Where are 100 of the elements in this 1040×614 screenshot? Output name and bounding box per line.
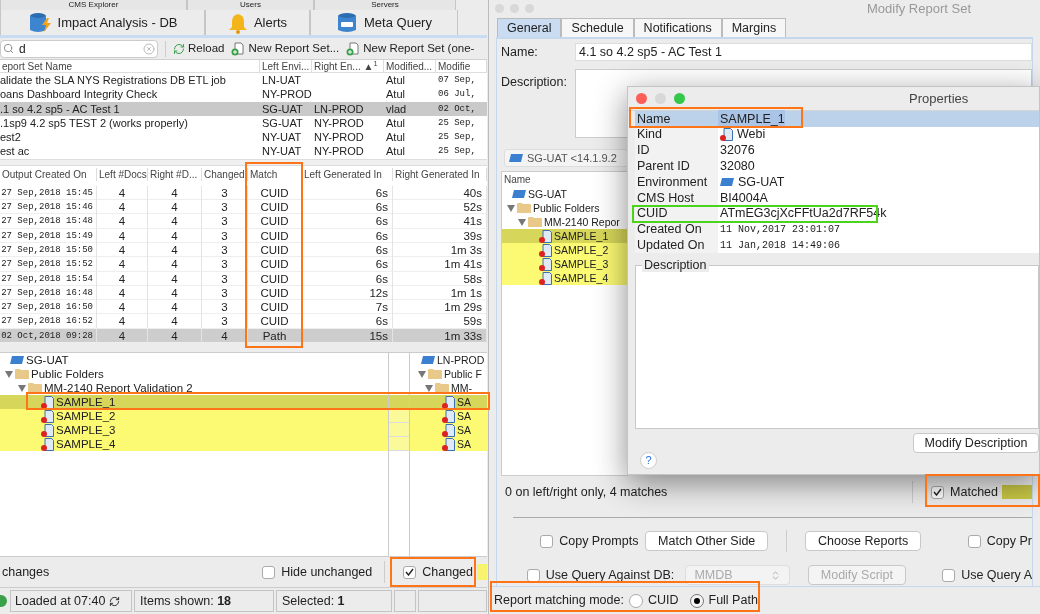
- tree-item[interactable]: SG-UAT: [502, 187, 627, 202]
- toolbar-button[interactable]: New Report Set (one-: [346, 39, 475, 58]
- search-field[interactable]: d: [0, 39, 158, 58]
- table-cell: CUID: [248, 285, 302, 300]
- property-row[interactable]: Parent ID 32080: [635, 158, 1039, 175]
- column-header[interactable]: Left Generated In: [302, 167, 393, 181]
- gutter-cell: [389, 437, 409, 452]
- tree-item[interactable]: SAMPLE_4: [0, 437, 388, 452]
- tree-item[interactable]: MM-: [410, 381, 487, 396]
- column-header[interactable]: Output Created On: [0, 167, 97, 181]
- tree-item[interactable]: SAMPLE_3: [502, 257, 627, 272]
- table-row[interactable]: 27 Sep,2018 15:46 4 4 3 CUID 6s 52s: [0, 200, 487, 215]
- column-header[interactable]: Name: [502, 172, 627, 188]
- tab[interactable]: Alerts: [205, 10, 310, 35]
- table-row[interactable]: alidate the SLA NYS Registrations DB ETL job LN-UAT Atul 07 Sep,: [0, 73, 487, 88]
- button[interactable]: Match Other Side: [645, 531, 769, 552]
- tree-item[interactable]: MM-2140 Report Validation 2: [0, 381, 388, 396]
- checkbox[interactable]: Copy Pr: [967, 531, 1032, 551]
- tree-item[interactable]: SAMPLE_2: [502, 243, 627, 258]
- tree-item[interactable]: Public Folders: [502, 201, 627, 216]
- folder-icon: [528, 216, 542, 229]
- checkbox[interactable]: Copy Prompts: [540, 531, 639, 551]
- table-cell-text: Atul: [385, 130, 406, 145]
- table-cell: 6s: [302, 242, 393, 257]
- table-cell-text: NY-PROD: [261, 87, 312, 102]
- tab[interactable]: Users: [187, 0, 314, 10]
- tree-item[interactable]: SA: [410, 423, 487, 438]
- button[interactable]: Modify Description: [913, 433, 1039, 454]
- zoom-button[interactable]: [674, 93, 685, 104]
- new-document-icon: [346, 41, 361, 56]
- column-header[interactable]: Right #D...: [148, 167, 202, 181]
- radio-button[interactable]: CUID: [628, 591, 679, 611]
- tree-item[interactable]: SA: [410, 437, 487, 452]
- toolbar-button[interactable]: Reload: [173, 39, 225, 58]
- tree-item[interactable]: LN-PROD: [410, 353, 487, 368]
- tree-item[interactable]: SAMPLE_1: [502, 229, 627, 244]
- tab[interactable]: Notifications: [633, 18, 722, 38]
- tree-item[interactable]: SA: [410, 395, 487, 410]
- tree-item[interactable]: SG-UAT: [0, 353, 388, 368]
- tab[interactable]: CMS Explorer: [0, 0, 187, 10]
- report-icon: [41, 395, 54, 409]
- table-row[interactable]: 27 Sep,2018 15:50 4 4 3 CUID 6s 1m 3s: [0, 242, 487, 258]
- table-cell: 27 Sep,2018 15:52: [0, 257, 97, 272]
- checkbox[interactable]: Use Query Against DB:: [526, 565, 675, 585]
- table-cell: 3: [202, 214, 248, 229]
- table-row[interactable]: .1sp9 4.2 sp5 TEST 2 (works properly) SG-UAT NY-PROD Atul 25 Sep,: [0, 115, 487, 131]
- table-cell: 4: [97, 200, 148, 215]
- table-row[interactable]: .1 so 4.2 sp5 - AC Test 1 SG-UAT LN-PROD vlad 02 Oct,: [0, 101, 487, 116]
- table-row[interactable]: 27 Sep,2018 15:45 4 4 3 CUID 6s 40s: [0, 185, 487, 201]
- checkbox[interactable]: Changed: [403, 562, 473, 582]
- tree-item[interactable]: SAMPLE_3: [0, 423, 388, 438]
- column-header[interactable]: Match: [248, 167, 302, 181]
- checkbox[interactable]: Hide unchanged: [262, 562, 373, 582]
- refresh-icon[interactable]: [109, 595, 121, 607]
- checkbox[interactable]: Use Query A: [942, 565, 1032, 585]
- scrollbar[interactable]: [0, 158, 487, 166]
- tree-item[interactable]: SAMPLE_1: [0, 395, 388, 410]
- environment-combo[interactable]: SG-UAT <14.1.9.2: [504, 149, 628, 168]
- tab[interactable]: Margins: [721, 18, 787, 38]
- tree-item[interactable]: Public F: [410, 367, 487, 382]
- toolbar-button[interactable]: New Report Set...: [231, 39, 340, 58]
- table-row[interactable]: 27 Sep,2018 15:54 4 4 3 CUID 6s 58s: [0, 271, 487, 286]
- name-field[interactable]: 4.1 so 4.2 sp5 - AC Test 1: [575, 43, 1032, 62]
- table-cell: 12s: [302, 285, 393, 300]
- checkbox[interactable]: Matched: [931, 482, 998, 502]
- table-cell-text: NY-PROD: [313, 130, 365, 145]
- folder-icon: [15, 368, 29, 381]
- help-button[interactable]: ?: [640, 452, 657, 470]
- property-row[interactable]: Environment SG-UAT: [635, 174, 1039, 190]
- clear-icon[interactable]: [143, 42, 155, 55]
- table-cell: 41s: [393, 214, 487, 229]
- table-row[interactable]: 27 Sep,2018 15:48 4 4 3 CUID 6s 41s: [0, 214, 487, 229]
- table-row[interactable]: 27 Sep,2018 15:49 4 4 3 CUID 6s 39s: [0, 228, 487, 243]
- tree-item[interactable]: Public Folders: [0, 367, 388, 382]
- tree-item[interactable]: MM-2140 Repor: [502, 215, 627, 230]
- column-header[interactable]: Left #Docs: [97, 167, 148, 181]
- table-row[interactable]: 27 Sep,2018 16:48 4 4 3 CUID 12s 1m 1s: [0, 285, 487, 301]
- table-cell: 4: [148, 185, 202, 200]
- tab[interactable]: Schedule: [561, 18, 634, 38]
- tab[interactable]: Meta Query: [310, 10, 458, 35]
- radio-button[interactable]: Full Path: [689, 591, 758, 611]
- close-button[interactable]: [636, 93, 647, 104]
- table-row[interactable]: est ac NY-UAT NY-PROD Atul 25 Sep,: [0, 144, 487, 159]
- table-row[interactable]: est2 NY-UAT NY-PROD Atul 25 Sep,: [0, 130, 487, 145]
- column-header[interactable]: Right Generated In: [393, 167, 487, 181]
- property-row[interactable]: Updated On 11 Jan,2018 14:49:06: [635, 237, 1039, 254]
- tab[interactable]: General: [497, 18, 562, 38]
- property-row[interactable]: Name SAMPLE_1: [635, 111, 1039, 127]
- table-row[interactable]: 27 Sep,2018 15:52 4 4 3 CUID 6s 1m 41s: [0, 257, 487, 272]
- column-header[interactable]: Changed: [202, 167, 248, 181]
- tab[interactable]: Servers: [314, 0, 456, 10]
- button[interactable]: Choose Reports: [805, 531, 922, 552]
- table-row[interactable]: oans Dashboard Integrity Check NY-PROD Atul 06 Jul,: [0, 87, 487, 102]
- table-cell-text: Atul: [385, 73, 406, 88]
- tree-item[interactable]: SAMPLE_4: [502, 271, 627, 286]
- table-row[interactable]: 27 Sep,2018 16:50 4 4 3 CUID 7s 1m 29s: [0, 300, 487, 315]
- tab[interactable]: Impact Analysis - DB: [0, 10, 205, 35]
- property-value: 32080: [719, 157, 755, 175]
- table-row[interactable]: 27 Sep,2018 16:52 4 4 3 CUID 6s 59s: [0, 314, 487, 329]
- table-cell: 3: [202, 271, 248, 286]
